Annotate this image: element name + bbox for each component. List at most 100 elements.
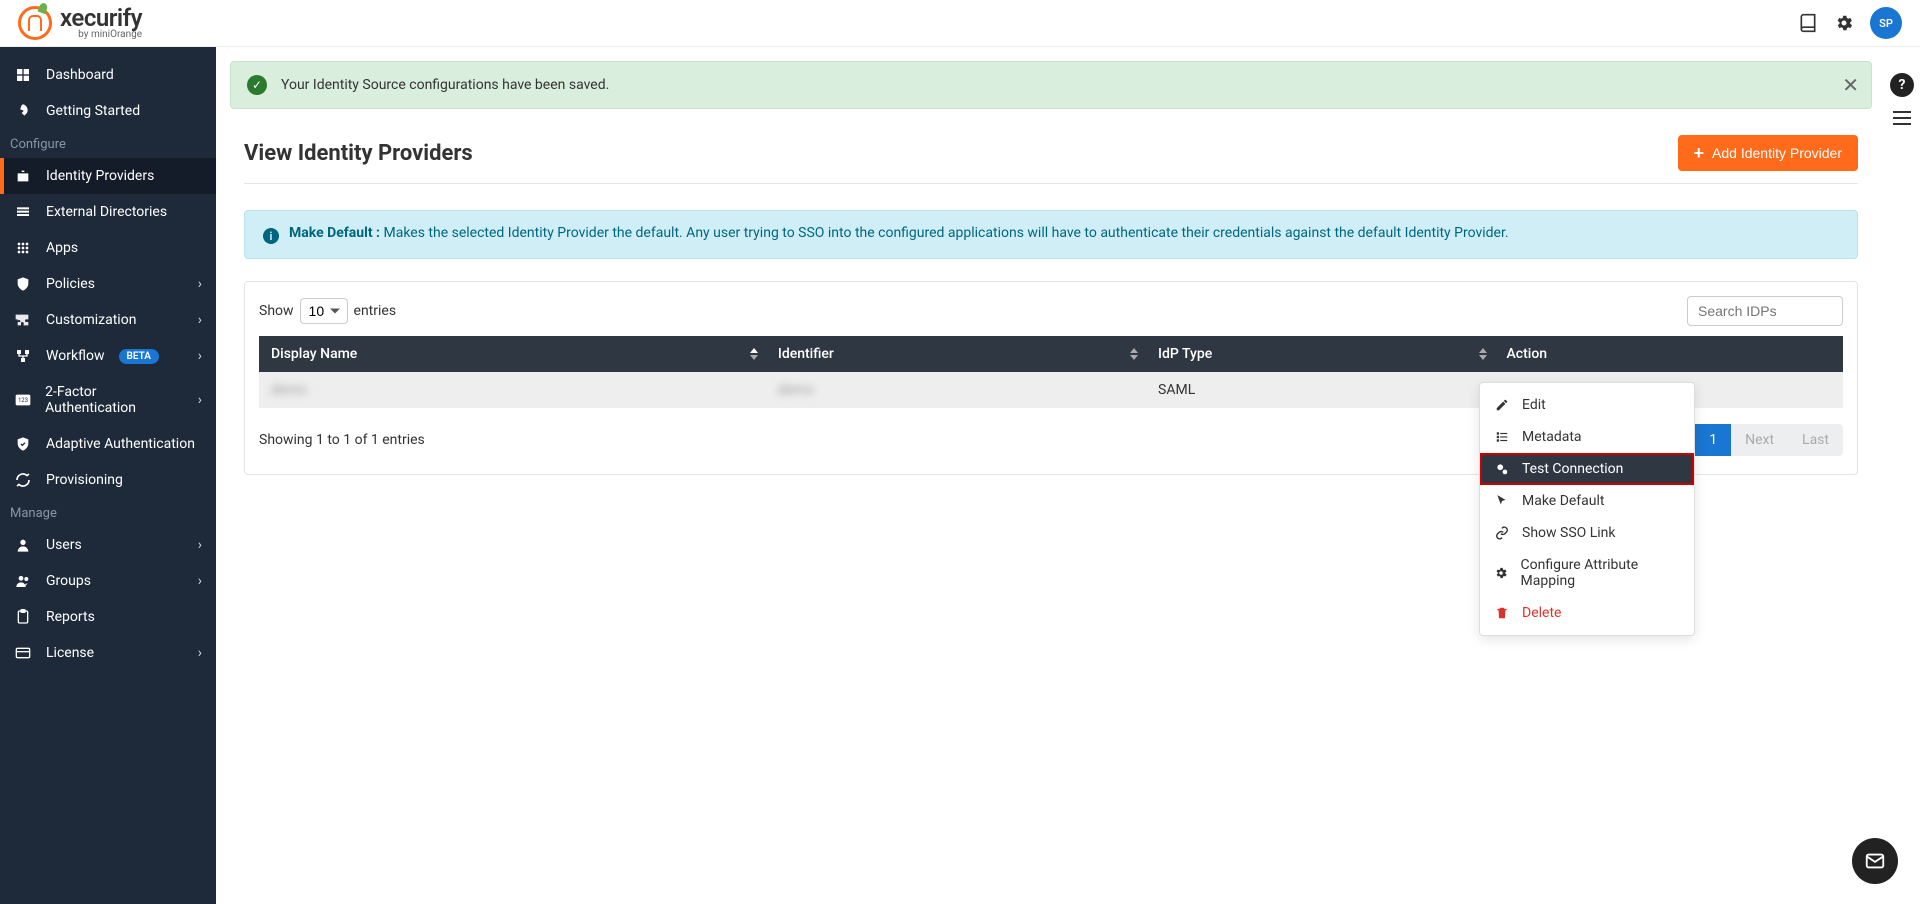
col-identifier[interactable]: Identifier	[766, 336, 1146, 372]
alert-success: ✓ Your Identity Source configurations ha…	[230, 61, 1872, 109]
list-icon	[1494, 430, 1510, 444]
shield-icon	[14, 276, 32, 292]
sidebar-item-label: Workflow	[46, 348, 105, 364]
table-footer-info: Showing 1 to 1 of 1 entries	[259, 432, 425, 448]
header-actions: SP	[1798, 7, 1902, 39]
dropdown-item-test-connection[interactable]: Test Connection	[1480, 453, 1694, 485]
help-icon[interactable]: ?	[1890, 73, 1914, 97]
dashboard-icon	[14, 67, 32, 83]
rocket-icon	[14, 103, 32, 119]
pin-icon: 123	[14, 393, 31, 407]
sidebar-item-label: Identity Providers	[46, 168, 154, 184]
workflow-icon	[14, 348, 32, 364]
dropdown-item-make-default[interactable]: Make Default	[1480, 485, 1694, 517]
sidebar-section-configure: Configure	[0, 129, 216, 158]
briefcase-icon	[14, 168, 32, 184]
book-icon[interactable]	[1798, 13, 1818, 33]
sidebar-item-users[interactable]: Users ›	[0, 527, 216, 563]
sidebar-item-policies[interactable]: Policies ›	[0, 266, 216, 302]
cell-display-name: demo	[271, 382, 307, 398]
apps-icon	[14, 240, 32, 256]
main-content: ✓ Your Identity Source configurations ha…	[216, 47, 1884, 904]
users-icon	[14, 573, 32, 589]
add-button-label: Add Identity Provider	[1712, 145, 1842, 161]
page-next[interactable]: Next	[1731, 424, 1788, 456]
puzzle-icon	[14, 312, 32, 328]
sidebar-item-label: Policies	[46, 276, 95, 292]
sidebar-item-label: Provisioning	[46, 472, 123, 488]
edit-icon	[1494, 398, 1510, 412]
dropdown-item-attribute-mapping[interactable]: Configure Attribute Mapping	[1480, 549, 1694, 597]
brand-sub: by miniOrange	[60, 30, 142, 40]
sidebar-item-license[interactable]: License ›	[0, 635, 216, 671]
card-icon	[14, 645, 32, 661]
shield-check-icon	[14, 436, 32, 452]
dropdown-item-edit[interactable]: Edit	[1480, 389, 1694, 421]
sidebar-item-customization[interactable]: Customization ›	[0, 302, 216, 338]
sidebar-item-external-directories[interactable]: External Directories	[0, 194, 216, 230]
chevron-right-icon: ›	[198, 645, 202, 661]
divider	[244, 183, 1858, 184]
search-input[interactable]	[1687, 296, 1843, 326]
brand-name: xecurify	[60, 6, 142, 30]
info-body: Makes the selected Identity Provider the…	[383, 225, 1508, 241]
brand-mark-icon	[18, 6, 52, 40]
sidebar: Dashboard Getting Started Configure Iden…	[0, 47, 216, 904]
sync-icon	[14, 472, 32, 488]
info-icon: i	[263, 228, 279, 244]
col-display-name[interactable]: Display Name	[259, 336, 766, 372]
brand-logo[interactable]: xecurify by miniOrange	[18, 6, 142, 40]
sidebar-item-2fa[interactable]: 123 2-Factor Authentication ›	[0, 374, 216, 426]
user-icon	[14, 537, 32, 553]
sidebar-item-adaptive-auth[interactable]: Adaptive Authentication	[0, 426, 216, 462]
cell-identifier: demo	[778, 382, 814, 398]
dropdown-item-delete[interactable]: Delete	[1480, 597, 1694, 629]
sidebar-item-label: Customization	[46, 312, 136, 328]
page-last[interactable]: Last	[1788, 424, 1843, 456]
plus-icon: +	[1694, 144, 1705, 162]
check-circle-icon: ✓	[247, 75, 267, 95]
sidebar-item-reports[interactable]: Reports	[0, 599, 216, 635]
chevron-right-icon: ›	[198, 312, 202, 328]
sidebar-item-getting-started[interactable]: Getting Started	[0, 93, 216, 129]
chevron-right-icon: ›	[198, 573, 202, 589]
sidebar-item-dashboard[interactable]: Dashboard	[0, 57, 216, 93]
trash-icon	[1494, 606, 1510, 620]
sidebar-item-label: External Directories	[46, 204, 167, 220]
sidebar-item-label: Reports	[46, 609, 95, 625]
menu-icon[interactable]	[1893, 111, 1911, 125]
entries-select[interactable]: 10	[300, 298, 348, 324]
gear-icon[interactable]	[1834, 13, 1854, 33]
sidebar-item-label: Users	[46, 537, 82, 553]
sidebar-item-identity-providers[interactable]: Identity Providers	[0, 158, 216, 194]
col-action: Action	[1495, 336, 1844, 372]
page-current[interactable]: 1	[1695, 424, 1731, 456]
sidebar-item-label: Adaptive Authentication	[46, 436, 195, 452]
sidebar-item-workflow[interactable]: Workflow BETA ›	[0, 338, 216, 374]
sidebar-item-provisioning[interactable]: Provisioning	[0, 462, 216, 498]
table-card: Show 10 entries Disp	[244, 281, 1858, 475]
cursor-icon	[1494, 494, 1510, 508]
add-identity-provider-button[interactable]: + Add Identity Provider	[1678, 135, 1858, 171]
chevron-right-icon: ›	[198, 276, 202, 292]
svg-text:123: 123	[18, 397, 28, 404]
sidebar-item-label: Groups	[46, 573, 91, 589]
sidebar-item-groups[interactable]: Groups ›	[0, 563, 216, 599]
action-dropdown: Edit Metadata Test Connection Make Defau…	[1479, 382, 1695, 636]
show-entries-control: Show 10 entries	[259, 298, 396, 324]
page-title: View Identity Providers	[244, 141, 473, 166]
dropdown-item-show-sso-link[interactable]: Show SSO Link	[1480, 517, 1694, 549]
sidebar-item-label: License	[46, 645, 94, 661]
sidebar-item-label: Apps	[46, 240, 78, 256]
header: xecurify by miniOrange SP	[0, 0, 1920, 47]
chat-fab[interactable]	[1852, 838, 1898, 884]
avatar[interactable]: SP	[1870, 7, 1902, 39]
sidebar-item-label: Getting Started	[46, 103, 140, 119]
chevron-right-icon: ›	[198, 392, 202, 408]
dropdown-item-metadata[interactable]: Metadata	[1480, 421, 1694, 453]
link-icon	[1494, 526, 1510, 540]
col-idp-type[interactable]: IdP Type	[1146, 336, 1494, 372]
sidebar-section-manage: Manage	[0, 498, 216, 527]
sidebar-item-apps[interactable]: Apps	[0, 230, 216, 266]
close-icon[interactable]: ✕	[1842, 73, 1859, 97]
